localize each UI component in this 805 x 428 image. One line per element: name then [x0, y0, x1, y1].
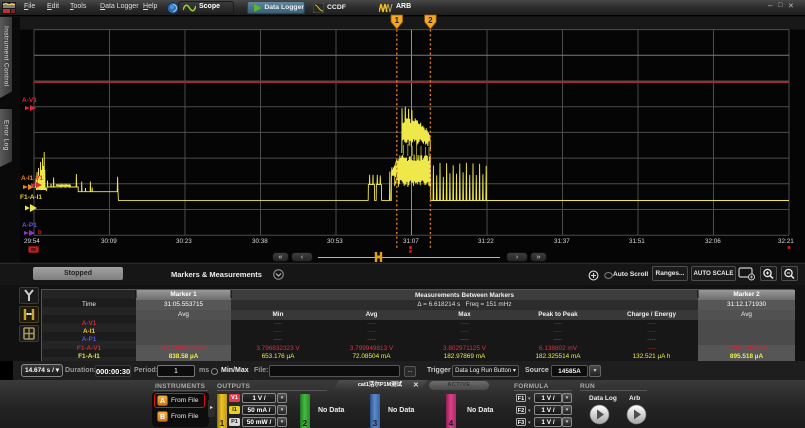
svg-text:1: 1 [395, 16, 400, 25]
svg-text:2: 2 [428, 16, 433, 25]
